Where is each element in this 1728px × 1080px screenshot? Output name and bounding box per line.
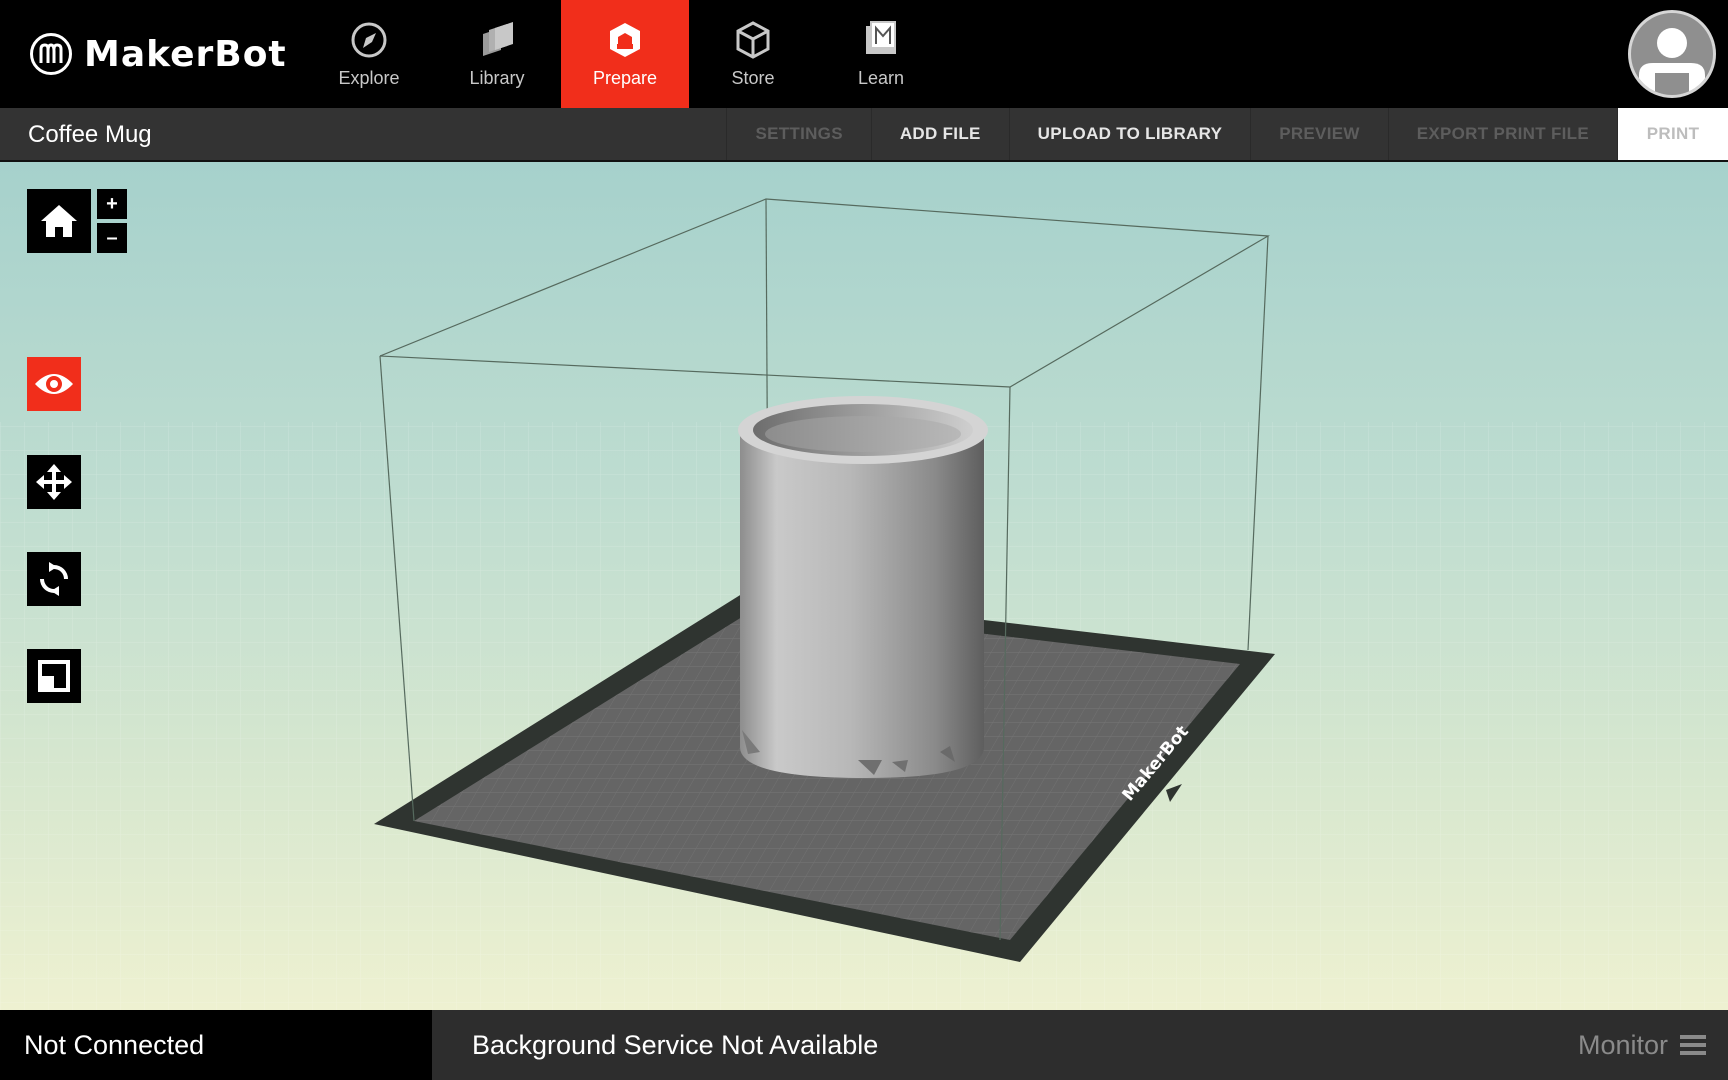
add-file-button[interactable]: ADD FILE bbox=[870, 108, 1009, 160]
user-avatar-icon bbox=[1639, 28, 1705, 95]
nav-learn-label: Learn bbox=[857, 67, 905, 88]
scale-tool-button[interactable] bbox=[27, 649, 81, 703]
eye-icon bbox=[35, 374, 73, 394]
scale-icon bbox=[38, 660, 70, 692]
print-button[interactable]: PRINT bbox=[1617, 108, 1728, 160]
nav-store-label: Store bbox=[731, 67, 775, 88]
makerbot-logo[interactable]: MakerBot bbox=[30, 30, 287, 78]
coffee-mug-model[interactable] bbox=[738, 396, 988, 778]
book-icon bbox=[866, 20, 896, 54]
project-toolbar: Coffee Mug SETTINGS ADD FILE UPLOAD TO L… bbox=[0, 108, 1728, 162]
service-status-panel: Background Service Not Available Monitor bbox=[432, 1010, 1728, 1080]
user-avatar[interactable] bbox=[1628, 10, 1716, 98]
brand-name: MakerBot bbox=[84, 33, 287, 75]
zoom-in-button[interactable]: + bbox=[97, 189, 127, 219]
nav-library[interactable]: Library bbox=[433, 0, 561, 108]
3d-viewport[interactable]: MakerBot + – bbox=[0, 162, 1728, 1010]
monitor-button[interactable]: Monitor bbox=[1578, 1010, 1706, 1080]
move-tool-button[interactable] bbox=[27, 455, 81, 509]
top-bar: MakerBot Explore Library Prepare Store L… bbox=[0, 0, 1728, 108]
zoom-out-button[interactable]: – bbox=[97, 223, 127, 253]
nav-library-label: Library bbox=[469, 67, 525, 88]
connection-status[interactable]: Not Connected bbox=[0, 1010, 432, 1080]
nav-store[interactable]: Store bbox=[689, 0, 817, 108]
rotate-tool-button[interactable] bbox=[27, 552, 81, 606]
hamburger-menu-icon bbox=[1680, 1035, 1706, 1055]
nav-explore[interactable]: Explore bbox=[305, 0, 433, 108]
nav-explore-label: Explore bbox=[338, 67, 400, 88]
service-status-text: Background Service Not Available bbox=[472, 1030, 879, 1060]
nav-learn[interactable]: Learn bbox=[817, 0, 945, 108]
nav-prepare[interactable]: Prepare bbox=[561, 0, 689, 108]
makerbot-logo-icon bbox=[30, 33, 72, 75]
home-icon bbox=[41, 205, 77, 237]
main-nav: Explore Library Prepare Store Learn bbox=[305, 0, 945, 108]
monitor-label: Monitor bbox=[1577, 1029, 1668, 1060]
export-print-file-button[interactable]: EXPORT PRINT FILE bbox=[1387, 108, 1617, 160]
project-title[interactable]: Coffee Mug bbox=[28, 108, 152, 162]
library-icon bbox=[483, 21, 513, 56]
prepare-icon bbox=[610, 22, 640, 57]
view-tool-button[interactable] bbox=[27, 357, 81, 411]
cube-icon bbox=[736, 20, 770, 59]
nav-prepare-label: Prepare bbox=[592, 67, 658, 88]
compass-icon bbox=[351, 22, 387, 57]
move-arrows-icon bbox=[36, 464, 72, 500]
home-view-button[interactable] bbox=[27, 189, 91, 253]
build-scene: MakerBot bbox=[0, 198, 1728, 1010]
action-bar: SETTINGS ADD FILE UPLOAD TO LIBRARY PREV… bbox=[726, 108, 1728, 160]
rotate-icon bbox=[40, 562, 68, 596]
preview-button[interactable]: PREVIEW bbox=[1250, 108, 1388, 160]
status-bar: Not Connected Background Service Not Ava… bbox=[0, 1010, 1728, 1080]
settings-button[interactable]: SETTINGS bbox=[726, 108, 870, 160]
upload-to-library-button[interactable]: UPLOAD TO LIBRARY bbox=[1008, 108, 1251, 160]
